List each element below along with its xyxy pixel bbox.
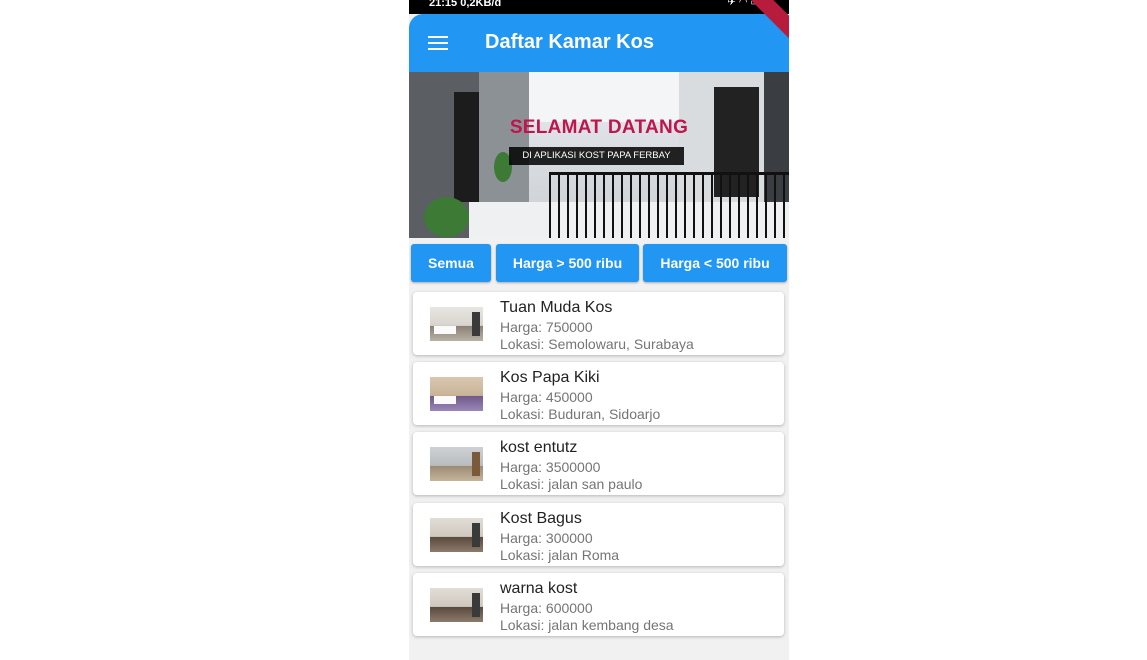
listing-location: Lokasi: jalan san paulo [500, 476, 643, 492]
filter-below-500k-button[interactable]: Harga < 500 ribu [643, 244, 787, 282]
listing-name: Kos Papa Kiki [500, 369, 600, 386]
list-item[interactable]: Tuan Muda Kos Harga: 750000 Lokasi: Semo… [413, 292, 784, 355]
list-item[interactable]: kost entutz Harga: 3500000 Lokasi: jalan… [413, 432, 784, 495]
listing-price: Harga: 450000 [500, 389, 593, 405]
filter-all-button[interactable]: Semua [411, 244, 491, 282]
listing-price: Harga: 300000 [500, 530, 593, 546]
list-item[interactable]: Kost Bagus Harga: 300000 Lokasi: jalan R… [413, 503, 784, 566]
filter-bar: Semua Harga > 500 ribu Harga < 500 ribu [411, 244, 787, 283]
network-speed: 0,2KB/d [460, 0, 502, 9]
listing-name: Kost Bagus [500, 510, 582, 527]
banner-door [454, 92, 479, 202]
listing-location: Lokasi: Buduran, Sidoarjo [500, 406, 661, 422]
list-item[interactable]: Kos Papa Kiki Harga: 450000 Lokasi: Budu… [413, 362, 784, 425]
banner-wall [479, 72, 529, 212]
listing-name: warna kost [500, 580, 578, 597]
listing-name: kost entutz [500, 439, 578, 456]
room-thumbnail [430, 377, 483, 411]
banner-subtitle: DI APLIKASI KOST PAPA FERBAY [509, 147, 684, 165]
room-thumbnail [430, 588, 483, 622]
hamburger-menu-icon[interactable] [428, 36, 448, 50]
status-time: 21:15 0,2KB/d [429, 0, 502, 9]
list-item[interactable]: warna kost Harga: 600000 Lokasi: jalan k… [413, 573, 784, 636]
banner-ceiling [529, 72, 679, 122]
welcome-banner: SELAMAT DATANG DI APLIKASI KOST PAPA FER… [409, 72, 789, 238]
listing-price: Harga: 600000 [500, 600, 593, 616]
wifi-icon: ◠ [738, 0, 751, 8]
room-thumbnail [430, 307, 483, 341]
room-thumbnail [430, 518, 483, 552]
airplane-icon: ✈ [727, 0, 739, 8]
status-bar: 21:15 0,2KB/d ✈◠▭37 [409, 0, 789, 14]
listing-location: Lokasi: jalan Roma [500, 547, 620, 563]
page-title: Daftar Kamar Kos [485, 31, 654, 53]
status-time-text: 21:15 [429, 0, 458, 9]
app-bar: Daftar Kamar Kos [409, 0, 789, 72]
listing-price: Harga: 750000 [500, 319, 593, 335]
banner-headline: SELAMAT DATANG [509, 117, 689, 138]
listing-location: Lokasi: Semolowaru, Surabaya [500, 336, 694, 352]
listing-price: Harga: 3500000 [500, 459, 601, 475]
listing-name: Tuan Muda Kos [500, 299, 613, 316]
phone-screen: 21:15 0,2KB/d ✈◠▭37 Daftar Kamar Kos SEL… [409, 0, 789, 660]
room-thumbnail [430, 447, 483, 481]
listing-location: Lokasi: jalan kembang desa [500, 617, 674, 633]
filter-above-500k-button[interactable]: Harga > 500 ribu [496, 244, 639, 282]
banner-railing [549, 172, 789, 238]
plant-icon [424, 197, 469, 237]
